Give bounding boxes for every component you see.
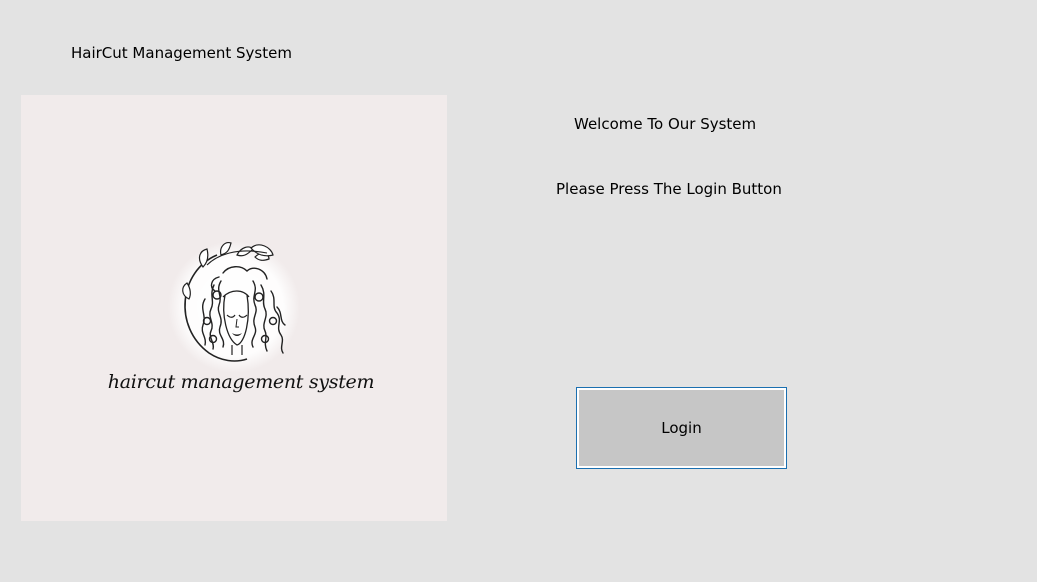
app-title: HairCut Management System xyxy=(71,44,292,62)
instruction-text: Please Press The Login Button xyxy=(556,180,782,198)
woman-curly-hair-logo-icon xyxy=(168,241,300,373)
welcome-text: Welcome To Our System xyxy=(574,115,757,133)
login-button[interactable]: Login xyxy=(576,387,787,469)
logo-caption: haircut management system xyxy=(107,371,375,393)
logo-panel: haircut management system xyxy=(21,95,447,521)
